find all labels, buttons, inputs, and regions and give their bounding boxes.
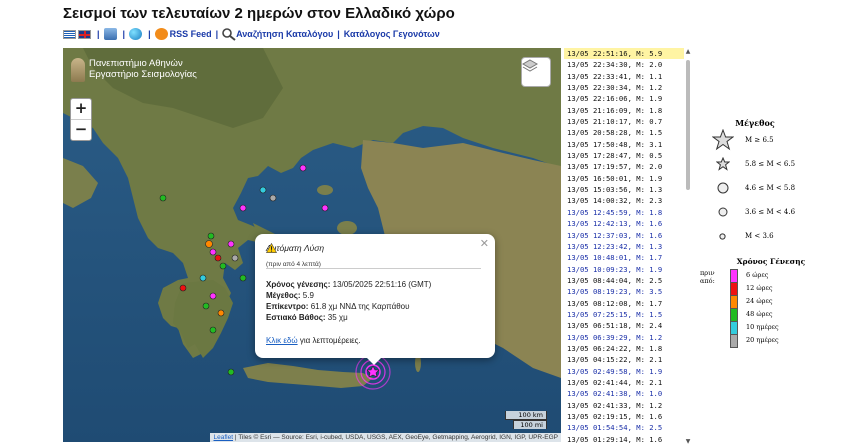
- event-list-item[interactable]: 13/05 21:16:09, M: 1.8: [564, 105, 684, 116]
- rss-feed-link[interactable]: RSS Feed: [170, 29, 212, 39]
- color-legend-label: 12 ώρες: [746, 284, 773, 292]
- color-swatch: [730, 334, 738, 348]
- circle-small-icon: [719, 232, 726, 240]
- map-scale: 100 km 100 mi: [505, 411, 547, 429]
- event-catalog-link[interactable]: Κατάλογος Γεγονότων: [344, 29, 440, 39]
- event-list-item[interactable]: 13/05 02:41:33, M: 1.2: [564, 400, 684, 411]
- event-list: 13/05 22:51:16, M: 5.9 13/05 22:34:30, M:…: [564, 48, 684, 445]
- event-list-item[interactable]: 13/05 04:15:22, M: 2.1: [564, 354, 684, 365]
- event-list-item[interactable]: 13/05 10:09:23, M: 1.9: [564, 264, 684, 275]
- event-list-item[interactable]: 13/05 02:49:58, M: 1.9: [564, 366, 684, 377]
- zoom-in-button[interactable]: +: [71, 99, 91, 120]
- event-list-item[interactable]: 13/05 14:00:32, M: 2.3: [564, 195, 684, 206]
- rss-icon[interactable]: [154, 28, 168, 40]
- event-list-item[interactable]: 13/05 22:33:41, M: 1.1: [564, 71, 684, 82]
- star-small-icon: [715, 157, 730, 171]
- details-link[interactable]: Κλικ εδώ: [266, 336, 298, 345]
- event-list-item[interactable]: 13/05 16:50:01, M: 1.9: [564, 173, 684, 184]
- catalog-search-link[interactable]: Αναζήτηση Καταλόγου: [236, 29, 333, 39]
- chart-icon[interactable]: [103, 28, 117, 40]
- layers-button[interactable]: [521, 57, 551, 87]
- event-list-item[interactable]: 13/05 02:19:15, M: 1.6: [564, 411, 684, 422]
- color-legend-label: 10 ημέρες: [746, 323, 779, 331]
- event-list-item[interactable]: 13/05 06:51:18, M: 2.4: [564, 320, 684, 331]
- map-attribution: Leaflet | Tiles © Esri — Source: Esri, i…: [210, 433, 561, 442]
- leaflet-link[interactable]: Leaflet: [213, 434, 233, 441]
- zoom-out-button[interactable]: −: [71, 120, 91, 140]
- zoom-control: + −: [70, 98, 92, 141]
- magnitude: 5.9: [300, 291, 314, 300]
- event-list-scrollbar[interactable]: ▲ ▼: [684, 48, 692, 445]
- magnitude-legend-title: Μέγεθος: [735, 118, 775, 128]
- color-swatch: [730, 295, 738, 308]
- event-list-item[interactable]: 13/05 17:19:57, M: 2.0: [564, 161, 684, 172]
- star-large-icon: [711, 129, 734, 151]
- event-list-item[interactable]: 13/05 22:30:34, M: 1.2: [564, 82, 684, 93]
- event-list-item[interactable]: 13/05 12:23:42, M: 1.3: [564, 241, 684, 252]
- logo-emblem-icon: [71, 58, 85, 82]
- event-list-item[interactable]: 13/05 08:12:08, M: 1.7: [564, 298, 684, 309]
- event-list-item[interactable]: 13/05 01:54:54, M: 2.5: [564, 422, 684, 433]
- event-list-item[interactable]: 13/05 22:16:06, M: 1.9: [564, 93, 684, 104]
- popup-close-button[interactable]: ✕: [480, 237, 489, 250]
- event-list-item[interactable]: 13/05 15:03:56, M: 1.3: [564, 184, 684, 195]
- page-title: Σεισμοί των τελευταίων 2 ημερών στον Ελλ…: [63, 5, 455, 22]
- color-legend-label: 6 ώρες: [746, 271, 769, 279]
- scroll-up-icon[interactable]: ▲: [684, 48, 692, 55]
- origin-time-legend-title: Χρόνος Γένεσης: [736, 257, 806, 266]
- origin-time: 13/05/2025 22:51:16 (GMT): [330, 280, 432, 289]
- scroll-down-icon[interactable]: ▼: [684, 438, 692, 445]
- color-swatch: [730, 308, 738, 321]
- circle-medium-icon: [718, 207, 727, 217]
- greek-flag-icon[interactable]: [63, 29, 76, 39]
- warning-icon: [266, 243, 277, 253]
- event-list-item[interactable]: 13/05 10:48:01, M: 1.7: [564, 252, 684, 263]
- event-list-item[interactable]: 13/05 12:42:13, M: 1.6: [564, 218, 684, 229]
- event-list-item[interactable]: 13/05 06:39:29, M: 1.2: [564, 332, 684, 343]
- popup-subtitle: (πριν από 4 λεπτά): [266, 261, 321, 268]
- color-swatch: [730, 282, 738, 295]
- event-list-item[interactable]: 13/05 12:37:03, M: 1.6: [564, 230, 684, 241]
- focal-depth: 35 χμ: [325, 313, 348, 322]
- epicenter: 61.8 χμ ΝΝΔ της Καρπάθου: [308, 302, 410, 311]
- event-list-item[interactable]: 13/05 17:28:47, M: 0.5: [564, 150, 684, 161]
- map[interactable]: Πανεπιστήμιο Αθηνών Εργαστήριο Σεισμολογ…: [63, 48, 561, 442]
- color-legend-label: 20 ημέρες: [746, 336, 779, 344]
- event-list-item[interactable]: 13/05 08:44:04, M: 2.5: [564, 275, 684, 286]
- event-list-item[interactable]: 13/05 20:58:28, M: 1.5: [564, 127, 684, 138]
- color-legend-label: 24 ώρες: [746, 297, 773, 305]
- event-list-item[interactable]: 13/05 08:19:23, M: 3.5: [564, 286, 684, 297]
- color-swatch: [730, 269, 738, 282]
- magnifier-icon[interactable]: [222, 27, 236, 41]
- event-list-item[interactable]: 13/05 12:45:59, M: 1.8: [564, 207, 684, 218]
- event-list-item[interactable]: 13/05 07:25:15, M: 1.5: [564, 309, 684, 320]
- uk-flag-icon[interactable]: [78, 29, 91, 39]
- event-list-item[interactable]: 13/05 22:34:30, M: 2.0: [564, 59, 684, 70]
- globe-icon[interactable]: [129, 28, 143, 40]
- layers-icon: [522, 59, 538, 72]
- color-swatch: [730, 321, 738, 334]
- event-list-item[interactable]: 13/05 02:41:44, M: 2.1: [564, 377, 684, 388]
- event-popup: ✕ Αυτόματη Λύση (πριν από 4 λεπτά) Χρόνο…: [255, 234, 495, 365]
- event-list-item[interactable]: 13/05 17:50:48, M: 3.1: [564, 139, 684, 150]
- toolbar: | | | RSS Feed | Αναζήτηση Καταλόγου | Κ…: [63, 27, 440, 41]
- legend: Μέγεθος M ≥ 6.5 5.8 ≤ M < 6.5 4.6 ≤ M < …: [700, 118, 850, 348]
- color-scale: [730, 269, 738, 348]
- circle-large-icon: [717, 182, 728, 194]
- event-list-item[interactable]: 13/05 02:41:38, M: 1.0: [564, 388, 684, 399]
- event-list-item[interactable]: 13/05 01:29:14, M: 1.6: [564, 434, 684, 445]
- event-list-item[interactable]: 13/05 06:24:22, M: 1.8: [564, 343, 684, 354]
- university-logo: Πανεπιστήμιο Αθηνών Εργαστήριο Σεισμολογ…: [71, 58, 197, 82]
- color-legend-label: 48 ώρες: [746, 310, 773, 318]
- event-list-item[interactable]: 13/05 22:51:16, M: 5.9: [564, 48, 684, 60]
